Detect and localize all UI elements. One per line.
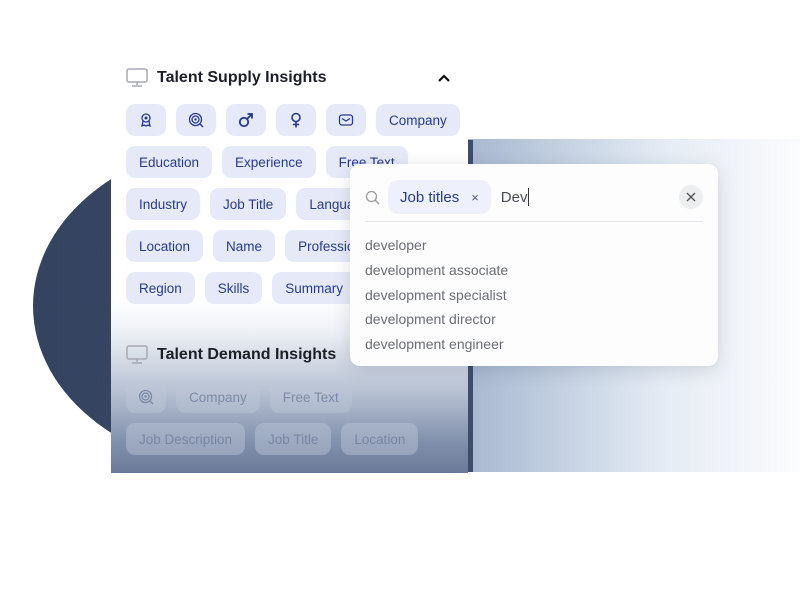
clear-search-button[interactable] (679, 185, 703, 209)
chip-male[interactable] (226, 104, 266, 136)
demand-section-header[interactable]: Talent Demand Insights (126, 345, 336, 364)
search-icon (365, 190, 380, 204)
chip-skills[interactable]: Skills (204, 272, 263, 304)
chip-name[interactable]: Name (213, 230, 276, 262)
search-bar: Job titles × Dev (365, 180, 703, 214)
chip-job-description[interactable]: Job Description (126, 423, 246, 455)
divider (365, 221, 703, 222)
search-dropdown: Job titles × Dev developer development a… (350, 164, 718, 366)
chip-badge[interactable] (126, 104, 166, 136)
search-input[interactable]: Dev (501, 189, 528, 206)
supply-chip-row-4: Location Name Profession (126, 230, 375, 262)
chip-email[interactable] (326, 104, 366, 136)
chip-target-search[interactable] (176, 104, 216, 136)
supply-section-header[interactable]: Talent Supply Insights (126, 68, 327, 87)
text-caret (528, 188, 530, 206)
supply-chip-row-5: Region Skills Summary (126, 272, 357, 304)
demand-chip-row-1: Company Free Text (126, 381, 352, 413)
female-icon (291, 112, 301, 128)
target-search-icon (138, 389, 154, 405)
chevron-up-icon[interactable] (437, 73, 451, 83)
chip-job-title[interactable]: Job Title (255, 423, 332, 455)
close-icon (686, 192, 696, 202)
suggestion-item[interactable]: development associate (365, 260, 508, 285)
target-search-icon (188, 112, 204, 128)
chip-region[interactable]: Region (126, 272, 195, 304)
chip-industry[interactable]: Industry (126, 188, 201, 220)
chip-free-text[interactable]: Free Text (269, 381, 352, 413)
chip-company[interactable]: Company (176, 381, 260, 413)
chip-experience[interactable]: Experience (222, 146, 316, 178)
monitor-icon (126, 68, 148, 87)
remove-tag-icon[interactable]: × (471, 190, 479, 205)
chip-summary[interactable]: Summary (272, 272, 357, 304)
chip-location[interactable]: Location (341, 423, 419, 455)
suggestion-item[interactable]: developer (365, 235, 508, 260)
supply-chip-row-1: Company (126, 104, 460, 136)
chip-education[interactable]: Education (126, 146, 213, 178)
supply-chip-row-3: Industry Job Title Language (126, 188, 383, 220)
suggestion-list: developer development associate developm… (365, 235, 508, 359)
supply-title: Talent Supply Insights (157, 68, 327, 86)
chip-location[interactable]: Location (126, 230, 204, 262)
chip-target-search[interactable] (126, 381, 166, 413)
monitor-icon (126, 345, 148, 364)
bottom-whitespace (0, 473, 800, 613)
chip-female[interactable] (276, 104, 316, 136)
demand-chip-row-2: Job Description Job Title Location (126, 423, 419, 455)
suggestion-item[interactable]: development specialist (365, 285, 508, 310)
suggestion-item[interactable]: development director (365, 309, 508, 334)
suggestion-item[interactable]: development engineer (365, 334, 508, 359)
email-icon (338, 114, 354, 126)
demand-title: Talent Demand Insights (157, 345, 337, 363)
filter-tag-job-titles: Job titles × (388, 180, 491, 214)
male-icon (238, 113, 253, 128)
badge-icon (141, 113, 151, 128)
chip-job-title[interactable]: Job Title (210, 188, 287, 220)
filter-tag-label: Job titles (400, 188, 460, 206)
chip-company[interactable]: Company (376, 104, 460, 136)
